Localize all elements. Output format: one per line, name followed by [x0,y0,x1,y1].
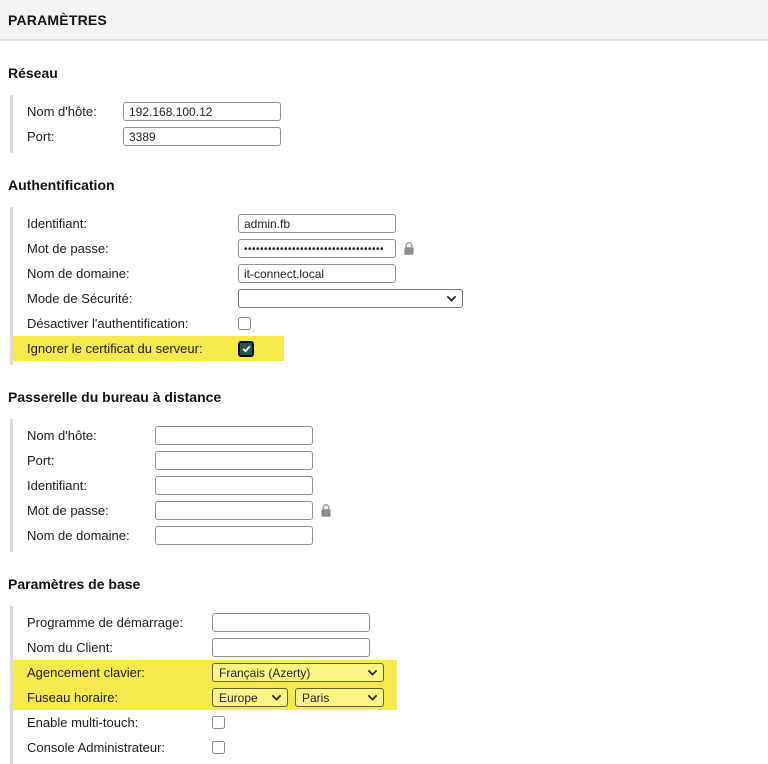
field-row-disable-auth: Désactiver l'authentification: [27,311,264,336]
keyboard-layout-select[interactable]: Français (Azerty) [212,663,384,682]
port-input[interactable] [123,127,281,146]
field-row-multi-touch: Enable multi-touch: [27,710,238,735]
disable-auth-checkbox[interactable] [238,317,251,330]
field-row-admin-console: Console Administrateur: [27,735,238,760]
field-row-startup-program: Programme de démarrage: [27,610,383,635]
section-authentication-title: Authentification [8,177,760,193]
startup-program-input[interactable] [212,613,370,632]
field-row-timezone: Fuseau horaire: Europe Paris [13,685,397,710]
field-row-gw-domain: Nom de domaine: [27,523,326,548]
field-row-security-mode: Mode de Sécurité: [27,286,476,311]
startup-program-label: Programme de démarrage: [27,615,212,630]
ignore-cert-checkbox[interactable] [238,341,254,357]
authentication-fields: Identifiant: Mot de passe: Nom de domain… [10,207,760,365]
gw-domain-label: Nom de domaine: [27,528,155,543]
field-row-client-name: Nom du Client: [27,635,383,660]
hostname-input[interactable] [123,102,281,121]
lock-icon [320,503,332,518]
check-icon [241,343,252,354]
port-label: Port: [27,129,123,144]
chevron-down-icon [271,694,282,701]
keyboard-layout-label: Agencement clavier: [27,665,212,680]
security-mode-select[interactable] [238,289,463,308]
multi-touch-label: Enable multi-touch: [27,715,212,730]
timezone-region-value: Europe [219,691,258,705]
hostname-label: Nom d'hôte: [27,104,123,119]
username-label: Identifiant: [27,216,238,231]
keyboard-layout-value: Français (Azerty) [219,666,310,680]
gw-port-input[interactable] [155,451,313,470]
chevron-down-icon [367,669,378,676]
timezone-region-select[interactable]: Europe [212,688,288,707]
domain-label: Nom de domaine: [27,266,238,281]
section-basic-settings-title: Paramètres de base [8,576,760,592]
network-fields: Nom d'hôte: Port: [10,95,760,153]
gw-domain-input[interactable] [155,526,313,545]
gw-password-label: Mot de passe: [27,503,155,518]
section-gateway-title: Passerelle du bureau à distance [8,389,760,405]
username-input[interactable] [238,214,396,233]
field-row-gw-hostname: Nom d'hôte: [27,423,326,448]
section-authentication: Authentification Identifiant: Mot de pas… [8,177,760,365]
section-network: Réseau Nom d'hôte: Port: [8,65,760,153]
timezone-city-value: Paris [302,691,329,705]
field-row-password: Mot de passe: [27,236,428,261]
section-gateway: Passerelle du bureau à distance Nom d'hô… [8,389,760,552]
section-network-title: Réseau [8,65,760,81]
field-row-domain: Nom de domaine: [27,261,409,286]
field-row-port: Port: [27,124,294,149]
client-name-label: Nom du Client: [27,640,212,655]
chevron-down-icon [367,694,378,701]
lock-icon [403,241,415,256]
field-row-gw-password: Mot de passe: [27,498,345,523]
ignore-cert-label: Ignorer le certificat du serveur: [27,341,238,356]
gw-password-input[interactable] [155,501,313,520]
timezone-city-select[interactable]: Paris [295,688,384,707]
field-row-gw-port: Port: [27,448,326,473]
gw-hostname-input[interactable] [155,426,313,445]
section-basic-settings: Paramètres de base Programme de démarrag… [8,576,760,764]
chevron-down-icon [446,295,457,302]
field-row-gw-username: Identifiant: [27,473,326,498]
admin-console-checkbox[interactable] [212,741,225,754]
basic-settings-fields: Programme de démarrage: Nom du Client: A… [10,606,760,764]
disable-auth-label: Désactiver l'authentification: [27,316,238,331]
domain-input[interactable] [238,264,396,283]
field-row-hostname: Nom d'hôte: [27,99,294,124]
client-name-input[interactable] [212,638,370,657]
page-title: PARAMÈTRES [0,0,768,41]
password-label: Mot de passe: [27,241,238,256]
gateway-fields: Nom d'hôte: Port: Identifiant: Mot de pa… [10,419,760,552]
gw-port-label: Port: [27,453,155,468]
settings-form: Réseau Nom d'hôte: Port: Authentificatio… [0,65,768,764]
security-mode-label: Mode de Sécurité: [27,291,238,306]
multi-touch-checkbox[interactable] [212,716,225,729]
field-row-keyboard-layout: Agencement clavier: Français (Azerty) [13,660,397,685]
password-input[interactable] [238,239,396,258]
field-row-ignore-cert: Ignorer le certificat du serveur: [13,336,284,361]
field-row-username: Identifiant: [27,211,409,236]
gw-hostname-label: Nom d'hôte: [27,428,155,443]
gw-username-input[interactable] [155,476,313,495]
timezone-label: Fuseau horaire: [27,690,212,705]
gw-username-label: Identifiant: [27,478,155,493]
admin-console-label: Console Administrateur: [27,740,212,755]
